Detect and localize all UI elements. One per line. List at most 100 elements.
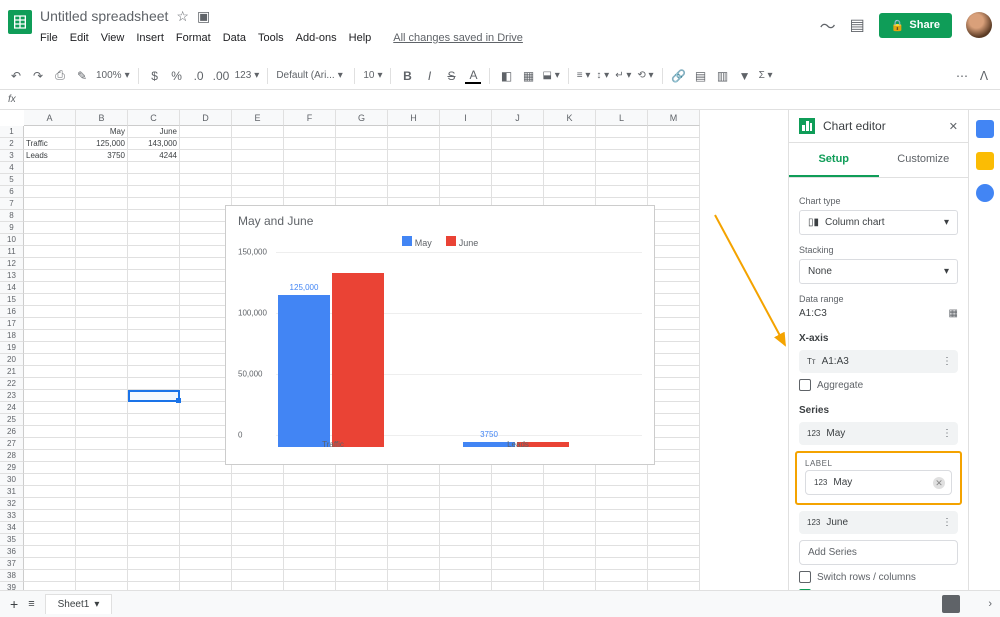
row-header[interactable]: 34 [0, 522, 24, 534]
cell[interactable] [544, 474, 596, 486]
cell[interactable] [24, 126, 76, 138]
cell[interactable] [648, 582, 700, 590]
cell[interactable] [128, 210, 180, 222]
fill-color-icon[interactable]: ◧ [498, 69, 514, 83]
row-header[interactable]: 18 [0, 330, 24, 342]
cell[interactable] [492, 570, 544, 582]
cell[interactable] [648, 438, 700, 450]
cell[interactable] [648, 534, 700, 546]
row-header[interactable]: 7 [0, 198, 24, 210]
cell[interactable] [440, 150, 492, 162]
cell[interactable] [76, 174, 128, 186]
cell[interactable] [24, 486, 76, 498]
cell[interactable] [336, 486, 388, 498]
row-header[interactable]: 35 [0, 534, 24, 546]
cell[interactable]: May [76, 126, 128, 138]
cell[interactable] [24, 318, 76, 330]
embedded-chart[interactable]: May and June May June 050,000100,000150,… [225, 205, 655, 465]
merge-icon[interactable]: ⬓ ▾ [542, 70, 559, 81]
cell[interactable] [128, 498, 180, 510]
cell[interactable] [336, 522, 388, 534]
col-header[interactable]: F [284, 110, 336, 126]
cell[interactable] [492, 474, 544, 486]
cell[interactable] [596, 534, 648, 546]
row-header[interactable]: 8 [0, 210, 24, 222]
cell[interactable] [492, 162, 544, 174]
cell[interactable] [24, 498, 76, 510]
cell[interactable] [284, 570, 336, 582]
cell[interactable] [440, 582, 492, 590]
cell[interactable] [648, 498, 700, 510]
row-header[interactable]: 19 [0, 342, 24, 354]
menu-data[interactable]: Data [223, 32, 246, 44]
cell[interactable] [76, 498, 128, 510]
cell[interactable] [128, 486, 180, 498]
cell[interactable] [76, 318, 128, 330]
cell[interactable] [544, 558, 596, 570]
cell[interactable] [648, 570, 700, 582]
cell[interactable] [128, 522, 180, 534]
cell[interactable] [128, 306, 180, 318]
cell[interactable] [76, 258, 128, 270]
cell[interactable] [388, 498, 440, 510]
row-header[interactable]: 27 [0, 438, 24, 450]
cell[interactable] [648, 558, 700, 570]
cell[interactable] [544, 534, 596, 546]
undo-icon[interactable]: ↶ [8, 69, 24, 83]
grid-select-icon[interactable]: ▦ [949, 308, 958, 319]
cell[interactable] [648, 150, 700, 162]
cell[interactable] [648, 306, 700, 318]
document-title[interactable]: Untitled spreadsheet [40, 8, 168, 24]
cell[interactable] [24, 438, 76, 450]
cell[interactable] [76, 438, 128, 450]
cell[interactable] [440, 570, 492, 582]
paint-icon[interactable]: ✎ [74, 69, 90, 83]
cell[interactable] [24, 282, 76, 294]
cell[interactable] [24, 222, 76, 234]
menu-edit[interactable]: Edit [70, 32, 89, 44]
add-sheet-icon[interactable]: + [10, 596, 18, 612]
redo-icon[interactable]: ↷ [30, 69, 46, 83]
toolbar-more-icon[interactable]: ⋯ [954, 69, 970, 83]
cell[interactable] [128, 378, 180, 390]
cell[interactable] [128, 270, 180, 282]
cell[interactable] [24, 510, 76, 522]
menu-insert[interactable]: Insert [136, 32, 164, 44]
cell[interactable] [76, 402, 128, 414]
more-vert-icon[interactable]: ⋮ [942, 356, 952, 367]
cell[interactable] [544, 546, 596, 558]
cell[interactable] [284, 498, 336, 510]
cell[interactable] [388, 570, 440, 582]
cell[interactable] [388, 486, 440, 498]
cell[interactable] [336, 546, 388, 558]
cell[interactable] [648, 510, 700, 522]
cell[interactable] [128, 186, 180, 198]
cell[interactable] [76, 282, 128, 294]
cell[interactable] [180, 510, 232, 522]
cell[interactable] [440, 126, 492, 138]
cell[interactable] [596, 558, 648, 570]
row-header[interactable]: 1 [0, 126, 24, 138]
cell[interactable] [388, 558, 440, 570]
cell[interactable] [596, 582, 648, 590]
cell[interactable] [648, 138, 700, 150]
cell[interactable] [596, 498, 648, 510]
row-header[interactable]: 25 [0, 414, 24, 426]
cell[interactable] [284, 186, 336, 198]
cell[interactable] [232, 150, 284, 162]
sheets-logo-icon[interactable] [8, 10, 32, 34]
cell[interactable] [232, 582, 284, 590]
col-header[interactable]: H [388, 110, 440, 126]
cell[interactable] [596, 126, 648, 138]
series-may[interactable]: 123 May ⋮ [799, 422, 958, 445]
menu-format[interactable]: Format [176, 32, 211, 44]
row-header[interactable]: 31 [0, 486, 24, 498]
cell[interactable] [336, 510, 388, 522]
strike-icon[interactable]: S [443, 69, 459, 83]
trend-icon[interactable]: 〜 [820, 13, 836, 37]
cell[interactable] [24, 366, 76, 378]
cell[interactable] [284, 510, 336, 522]
row-header[interactable]: 32 [0, 498, 24, 510]
cell[interactable] [440, 510, 492, 522]
cell[interactable] [544, 186, 596, 198]
